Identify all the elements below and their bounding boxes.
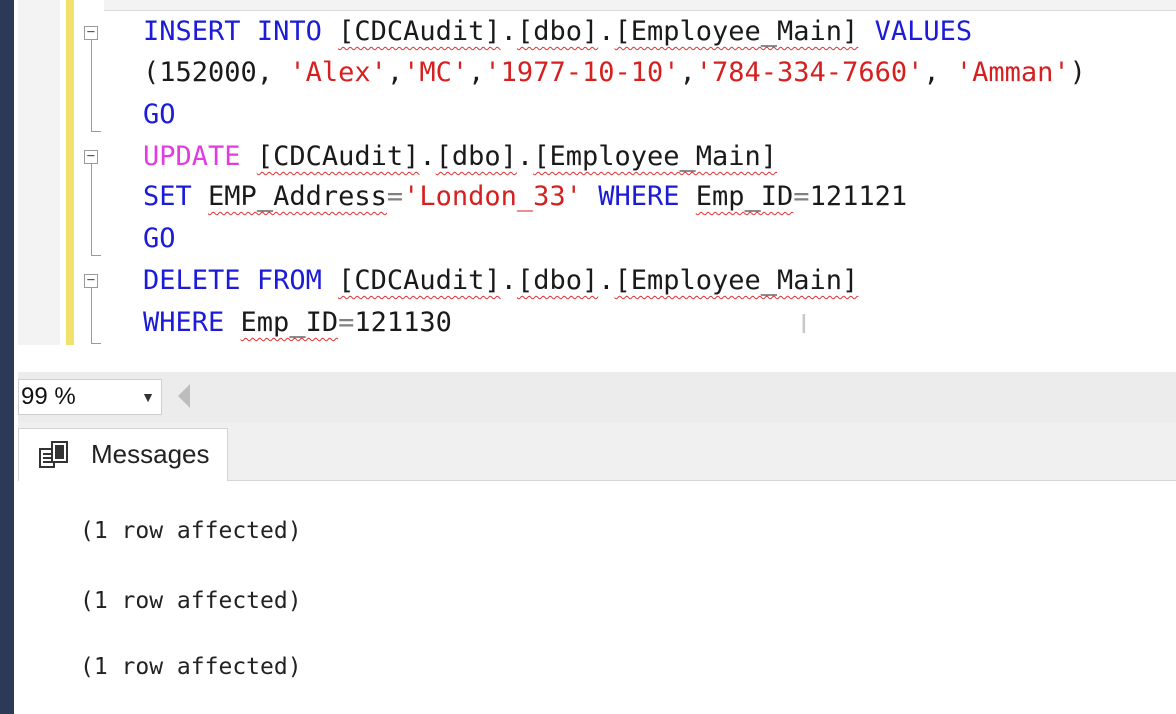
code-token: [dbo] [435, 141, 517, 172]
code-token: VALUES [874, 16, 973, 47]
scroll-left-icon[interactable] [178, 384, 190, 408]
message-line: (1 row affected) [80, 518, 302, 544]
code-token: Emp_ID [695, 181, 794, 212]
code-token: 'Alex' [289, 57, 387, 88]
code-token: , [923, 57, 956, 88]
code-token: 121121 [809, 181, 908, 212]
code-token: [Employee_Main] [614, 16, 859, 47]
code-line[interactable]: (152000, 'Alex','MC','1977-10-10','784-3… [143, 55, 1086, 91]
change-tracking-bar [66, 0, 74, 345]
code-token: 121130 [354, 307, 452, 338]
message-line: (1 row affected) [80, 654, 302, 680]
editor-gutter [18, 0, 60, 345]
code-token: UPDATE [143, 141, 241, 172]
code-token: . [598, 265, 615, 296]
code-token: 'London_33' [403, 181, 582, 212]
text-cursor-icon: I [800, 310, 808, 340]
code-token: [CDCAudit] [338, 265, 501, 296]
code-line[interactable]: UPDATE [CDCAudit].[dbo].[Employee_Main] [143, 139, 777, 175]
tab-messages-label: Messages [91, 439, 210, 469]
code-token: . [419, 141, 436, 172]
code-token: GO [143, 223, 176, 254]
message-line: (1 row affected) [80, 588, 302, 614]
code-token: GO [143, 99, 176, 130]
code-token: '784-334-7660' [695, 57, 924, 88]
code-token: Emp_ID [240, 307, 339, 338]
editor-status-bar [18, 372, 1176, 422]
code-token: [Employee_Main] [614, 265, 859, 296]
messages-icon [39, 441, 68, 468]
code-token: [CDCAudit] [256, 141, 420, 172]
collapse-icon[interactable]: − [84, 149, 98, 164]
code-line[interactable]: WHERE Emp_ID=121130 [143, 305, 452, 341]
code-token: [CDCAudit] [338, 16, 501, 47]
chevron-down-icon[interactable]: ▼ [141, 380, 155, 414]
code-token: INTO [256, 16, 322, 47]
code-token: (152000, [143, 57, 290, 88]
code-token: [Employee_Main] [533, 141, 778, 172]
code-token: WHERE [598, 181, 680, 212]
code-token: , [468, 57, 485, 88]
code-token: EMP_Address [208, 181, 387, 212]
code-token: ) [1069, 57, 1086, 88]
code-token: [dbo] [516, 265, 599, 296]
code-token: [dbo] [516, 16, 599, 47]
code-token: = [793, 181, 810, 212]
code-token: FROM [256, 265, 322, 296]
collapse-icon[interactable]: − [84, 273, 98, 288]
code-token: WHERE [143, 307, 225, 338]
code-line[interactable]: DELETE FROM [CDCAudit].[dbo].[Employee_M… [143, 263, 858, 299]
code-line[interactable]: GO [143, 97, 176, 133]
code-token: 'MC' [403, 57, 469, 88]
code-token: = [338, 307, 355, 338]
code-token: INSERT [143, 16, 241, 47]
code-token: = [386, 181, 404, 212]
collapse-icon[interactable]: − [84, 25, 98, 40]
code-token: 'Amman' [955, 57, 1070, 88]
code-token: . [500, 16, 517, 47]
code-token: '1977-10-10' [484, 57, 680, 88]
code-token: DELETE [143, 265, 241, 296]
code-line[interactable]: GO [143, 221, 176, 257]
code-token: , [386, 57, 404, 88]
code-token: . [500, 265, 517, 296]
code-token: , [679, 57, 696, 88]
zoom-value: 99 % [21, 383, 76, 410]
code-line[interactable]: INSERT INTO [CDCAudit].[dbo].[Employee_M… [143, 14, 972, 50]
code-line[interactable]: SET EMP_Address='London_33' WHERE Emp_ID… [143, 179, 907, 215]
code-token: . [598, 16, 615, 47]
code-token: . [516, 141, 534, 172]
zoom-dropdown[interactable]: 99 % ▼ [18, 379, 162, 415]
window-edge [0, 0, 14, 714]
code-token: SET [143, 181, 192, 212]
tab-messages[interactable]: Messages [18, 428, 228, 481]
